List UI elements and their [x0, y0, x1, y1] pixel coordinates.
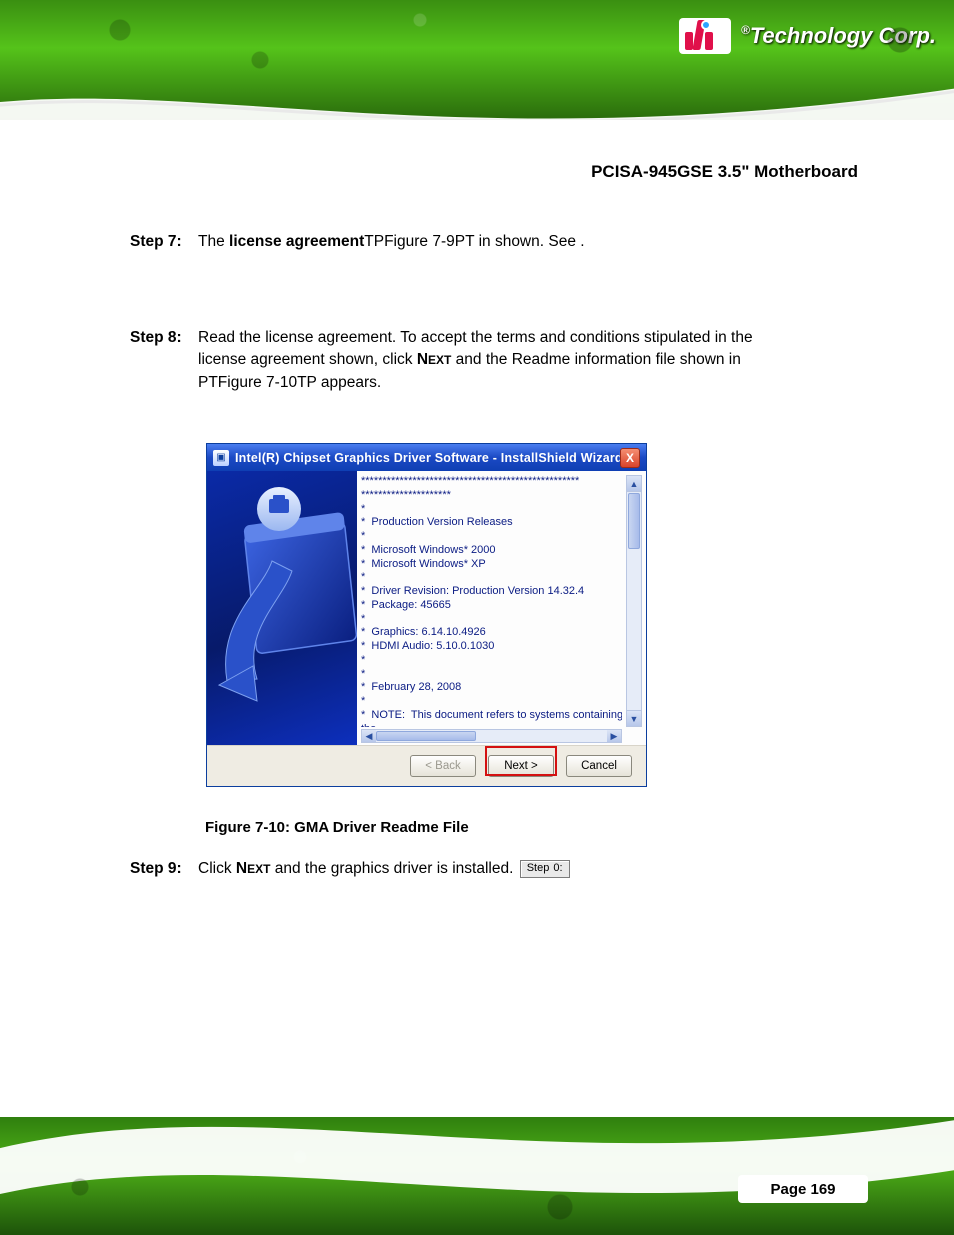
- wizard-titlebar: ▣ Intel(R) Chipset Graphics Driver Softw…: [207, 444, 646, 471]
- document-title: PCISA-945GSE 3.5" Motherboard: [591, 162, 858, 182]
- readme-line: *********************: [361, 489, 622, 503]
- wizard-footer: < Back Next > Cancel: [207, 745, 646, 786]
- close-button[interactable]: X: [620, 448, 640, 468]
- readme-line: * Microsoft Windows* XP: [361, 558, 622, 572]
- scroll-right-icon[interactable]: ▶: [607, 730, 621, 742]
- readme-line: *: [361, 654, 622, 668]
- readme-line: *: [361, 695, 622, 709]
- readme-line: *: [361, 503, 622, 517]
- h-scroll-thumb[interactable]: [376, 731, 476, 741]
- step-8: Step 8: Read the license agreement. To a…: [130, 327, 840, 394]
- step-7-text: The license agreementTPFigure 7-9PT in s…: [198, 231, 585, 253]
- readme-line: * Driver Revision: Production Version 14…: [361, 585, 622, 599]
- page-number: Page 169: [738, 1175, 868, 1203]
- wizard-app-icon: ▣: [213, 450, 229, 466]
- readme-line: *: [361, 530, 622, 544]
- step-7-label: Step 7:: [130, 231, 188, 253]
- readme-line: the: [361, 723, 622, 728]
- v-scroll-thumb[interactable]: [628, 493, 640, 549]
- scroll-left-icon[interactable]: ◀: [362, 730, 376, 742]
- readme-line: * February 28, 2008: [361, 681, 622, 695]
- wizard-side-graphic: [207, 471, 357, 745]
- readme-line: *: [361, 668, 622, 682]
- installer-wizard-screenshot: ▣ Intel(R) Chipset Graphics Driver Softw…: [206, 443, 647, 787]
- brand-logo-mark: [679, 18, 731, 54]
- readme-line: * Graphics: 6.14.10.4926: [361, 626, 622, 640]
- wizard-readme-pane: ****************************************…: [357, 471, 646, 745]
- vertical-scrollbar[interactable]: ▲ ▼: [626, 475, 642, 727]
- scroll-down-icon[interactable]: ▼: [627, 710, 641, 726]
- readme-line: ****************************************…: [361, 475, 622, 489]
- wizard-window: ▣ Intel(R) Chipset Graphics Driver Softw…: [206, 443, 647, 787]
- readme-line: *: [361, 571, 622, 585]
- readme-line: * Package: 45665: [361, 599, 622, 613]
- step-8-text: Read the license agreement. To accept th…: [198, 327, 753, 394]
- next-button[interactable]: Next >: [488, 755, 554, 777]
- brand-name: ®Technology Corp.: [741, 23, 936, 49]
- readme-line: * Production Version Releases: [361, 516, 622, 530]
- footer-band: Page 169: [0, 1117, 954, 1235]
- key-icon: Step0:: [520, 860, 570, 878]
- brand-logo-zone: ®Technology Corp.: [679, 18, 936, 54]
- cancel-button[interactable]: Cancel: [566, 755, 632, 777]
- step-9-label: Step 9:: [130, 858, 188, 880]
- footer-swoosh: [0, 1117, 954, 1195]
- step-9: Step 9: Click NEXT and the graphics driv…: [130, 858, 850, 880]
- figure-caption: Figure 7-10: GMA Driver Readme File: [205, 819, 469, 836]
- header-band: ®Technology Corp.: [0, 0, 954, 120]
- readme-line: * Microsoft Windows* 2000: [361, 544, 622, 558]
- step-9-text: Click NEXT and the graphics driver is in…: [198, 858, 572, 880]
- readme-line: *: [361, 613, 622, 627]
- readme-text: ****************************************…: [361, 475, 622, 727]
- logo-dot-icon: [701, 20, 711, 30]
- horizontal-scrollbar[interactable]: ◀ ▶: [361, 729, 622, 743]
- step-8-label: Step 8:: [130, 327, 188, 394]
- scroll-up-icon[interactable]: ▲: [627, 476, 641, 492]
- back-button: < Back: [410, 755, 476, 777]
- header-swoosh: [0, 55, 954, 120]
- wizard-body: ****************************************…: [207, 471, 646, 745]
- readme-line: * HDMI Audio: 5.10.0.1030: [361, 640, 622, 654]
- readme-line: * NOTE: This document refers to systems …: [361, 709, 622, 723]
- step-7: Step 7: The license agreementTPFigure 7-…: [130, 231, 840, 253]
- wizard-title: Intel(R) Chipset Graphics Driver Softwar…: [235, 451, 620, 465]
